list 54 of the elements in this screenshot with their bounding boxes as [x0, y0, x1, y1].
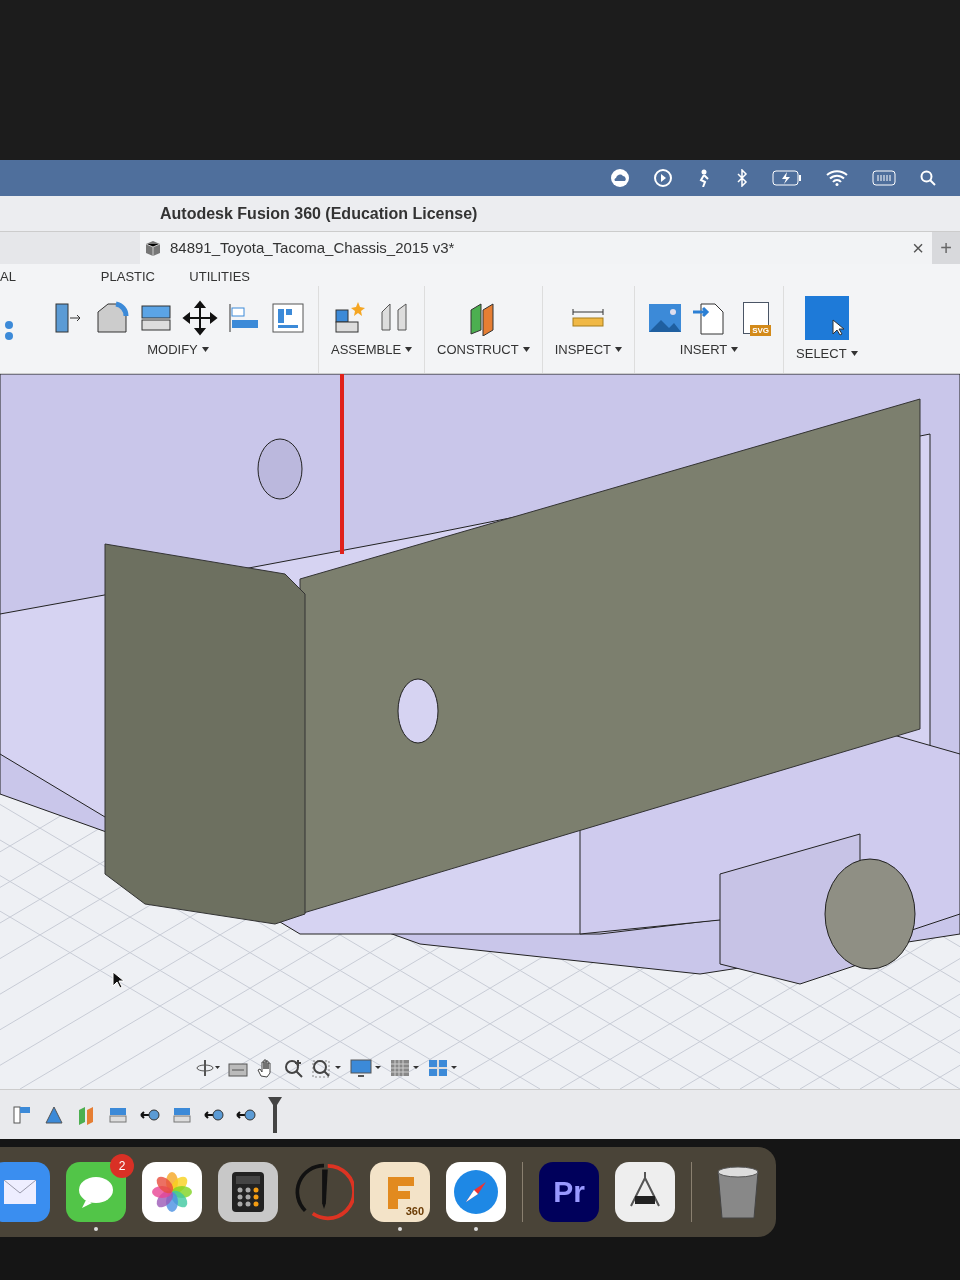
workspace-tab[interactable]: PLASTIC	[40, 266, 160, 286]
caret-icon	[522, 347, 530, 352]
caret-icon	[405, 347, 413, 352]
toolbar-group-menu[interactable]: MODIFY	[147, 339, 209, 360]
caret-icon	[201, 347, 209, 352]
zoom-icon[interactable]	[284, 1058, 304, 1078]
photos-app-icon[interactable]	[142, 1161, 202, 1222]
new-tab-button[interactable]: +	[932, 232, 960, 264]
cube-icon	[144, 239, 162, 257]
display-icon[interactable]	[350, 1058, 382, 1078]
grid-icon[interactable]	[390, 1058, 420, 1078]
app-version-label: 360	[405, 1204, 424, 1219]
messages-app-icon[interactable]	[66, 1161, 126, 1222]
wifi-icon[interactable]	[826, 170, 848, 186]
calculator-app-icon[interactable]	[218, 1161, 278, 1222]
caliper-app-icon[interactable]	[615, 1161, 675, 1222]
mail-app-icon[interactable]	[0, 1161, 50, 1222]
move-icon[interactable]	[182, 299, 218, 336]
viewports-icon[interactable]	[428, 1058, 458, 1078]
fusion-app-icon[interactable]: 360	[370, 1161, 430, 1222]
toolbar-group-menu[interactable]: ASSEMBLE	[331, 339, 413, 360]
sketch-feature-icon[interactable]	[12, 1104, 32, 1125]
cloud-icon[interactable]	[610, 168, 630, 188]
toolbar-group-menu[interactable]: SELECT	[796, 343, 858, 364]
draft-feature-icon[interactable]	[44, 1104, 64, 1125]
workspace-tab[interactable]: UTILITIES	[160, 266, 250, 286]
mouse-pointer-icon	[112, 971, 124, 989]
toolbar-group-menu[interactable]: INSPECT	[554, 339, 623, 360]
timeline-marker-icon[interactable]	[268, 1096, 282, 1133]
toolbar-group-menu[interactable]: CONSTRUCT	[437, 339, 530, 360]
keyboard-icon[interactable]	[872, 170, 896, 186]
search-icon[interactable]	[920, 170, 936, 186]
document-name: 84891_Toyota_Tacoma_Chassis_2015 v3*	[170, 237, 455, 258]
svg-label: SVG	[750, 324, 772, 336]
window-title: Autodesk Fusion 360 (Education License)	[160, 203, 478, 224]
toolbar-group-menu[interactable]: INSERT	[679, 339, 739, 360]
safari-app-icon[interactable]	[446, 1161, 506, 1222]
app-logo-text: Pr	[553, 1173, 585, 1210]
fillet-icon[interactable]	[94, 299, 130, 336]
zoom-window-icon[interactable]	[312, 1058, 342, 1078]
bluetooth-icon[interactable]	[736, 169, 748, 187]
notification-badge: 2	[110, 1153, 134, 1178]
premiere-app-icon[interactable]: Pr	[539, 1161, 599, 1222]
select-icon[interactable]	[804, 295, 849, 340]
caret-icon	[615, 347, 623, 352]
workspace-tab[interactable]: AL	[0, 266, 40, 286]
battery-charging-icon[interactable]	[772, 170, 802, 186]
pen-circle-app-icon[interactable]	[294, 1161, 354, 1222]
document-tab[interactable]: 84891_Toyota_Tacoma_Chassis_2015 v3* ×	[140, 232, 932, 264]
orbit-icon[interactable]	[196, 1058, 220, 1078]
play-icon[interactable]	[654, 169, 672, 187]
close-button[interactable]: ×	[912, 238, 924, 258]
caret-icon	[850, 351, 858, 356]
caret-icon	[731, 347, 739, 352]
